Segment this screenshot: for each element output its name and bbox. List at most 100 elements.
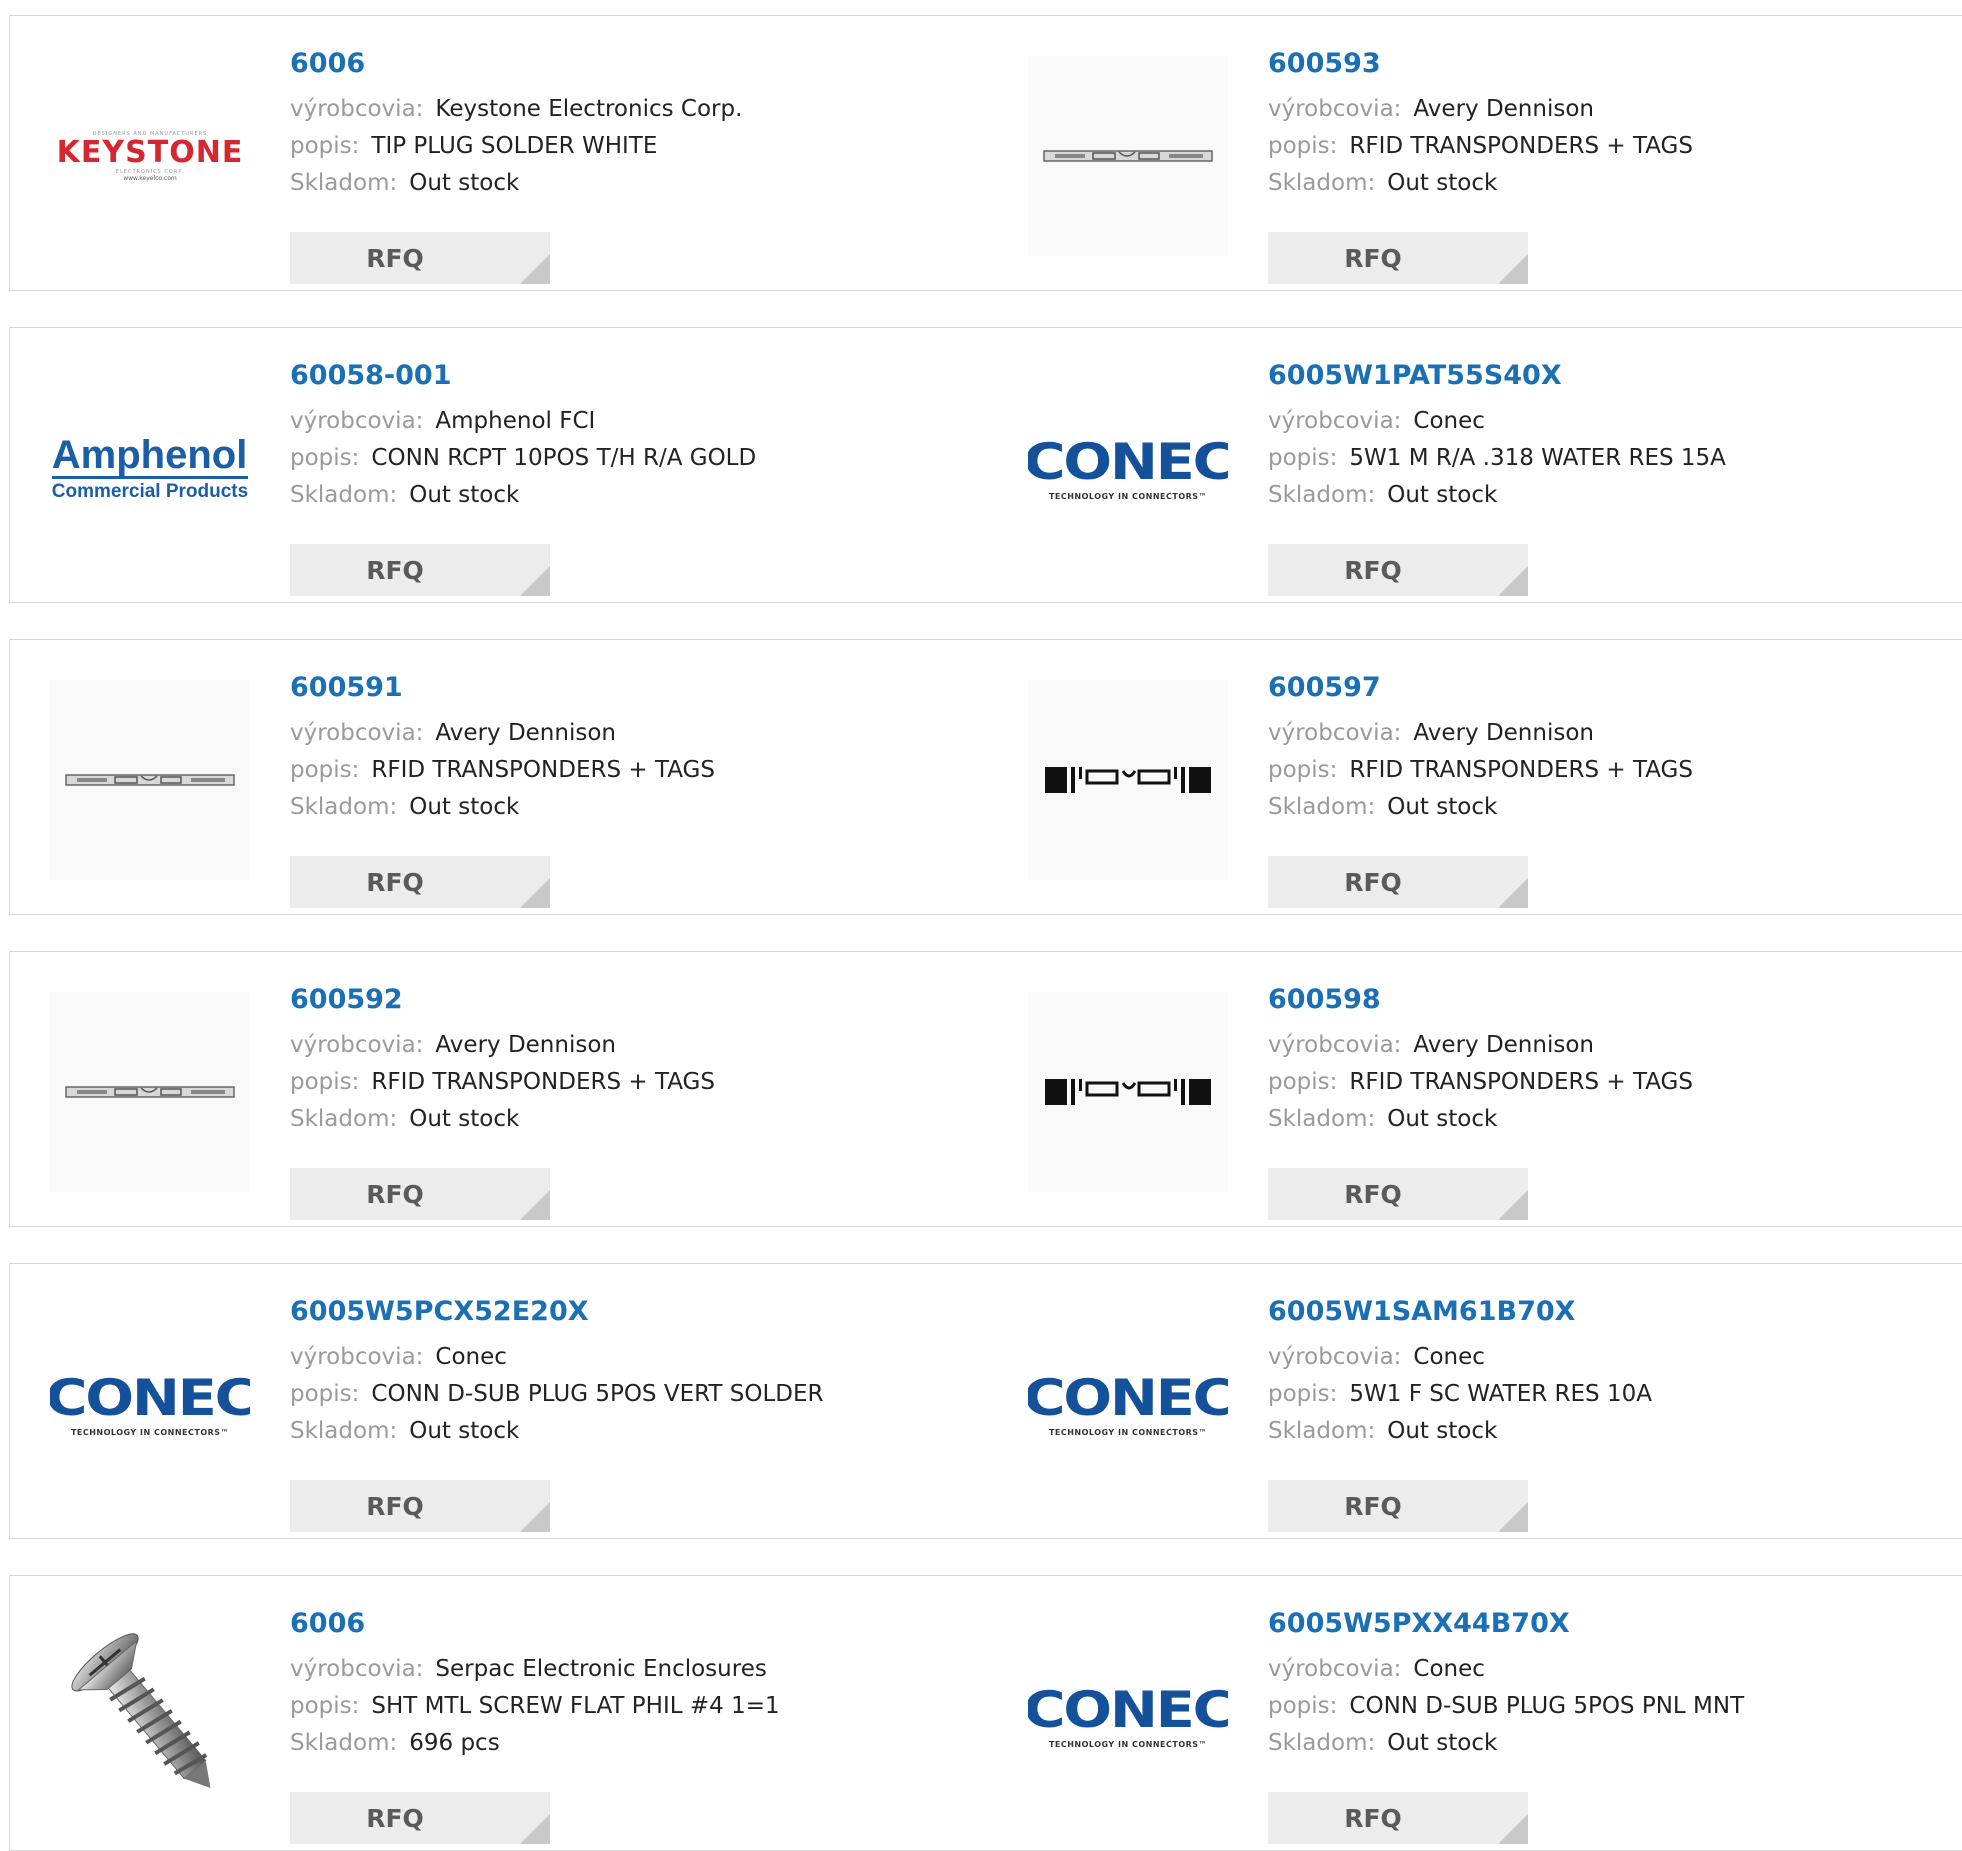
product-info: 600598 výrobcovia: Avery Dennison popis: RFI… xyxy=(1268,982,1693,1220)
rfq-button[interactable]: RFQ xyxy=(290,232,550,284)
rfq-button[interactable]: RFQ xyxy=(290,544,550,596)
rfq-button[interactable]: RFQ xyxy=(1268,1792,1528,1844)
description-row: popis: CONN D-SUB PLUG 5POS PNL MNT xyxy=(1268,1688,1744,1725)
manufacturer-value: Conec xyxy=(1413,408,1485,434)
stock-value: Out stock xyxy=(409,794,520,820)
manufacturer-row: výrobcovia: Serpac Electronic Enclosures xyxy=(290,1651,780,1688)
product-thumbnail[interactable]: CONEC TECHNOLOGY IN CONNECTORS™ xyxy=(50,1304,250,1504)
stock-value: Out stock xyxy=(1387,1730,1498,1756)
part-number-link[interactable]: 6005W1PAT55S40X xyxy=(1268,358,1726,394)
product-thumbnail[interactable]: CONEC TECHNOLOGY IN CONNECTORS™ xyxy=(1028,1304,1228,1504)
product-info: 6006 výrobcovia: Serpac Electronic Enclosu… xyxy=(290,1606,780,1844)
stock-label: Skladom: xyxy=(1268,1418,1376,1444)
part-number-link[interactable]: 6005W5PXX44B70X xyxy=(1268,1606,1744,1642)
part-number-link[interactable]: 6005W1SAM61B70X xyxy=(1268,1294,1652,1330)
stock-row: Skladom: Out stock xyxy=(1268,1101,1693,1138)
amphenol-logo: Amphenol Commercial Products xyxy=(51,432,249,503)
product-thumbnail[interactable]: CONEC TECHNOLOGY IN CONNECTORS™ xyxy=(1028,1616,1228,1816)
rfq-label: RFQ xyxy=(366,1491,424,1521)
rfq-button[interactable]: RFQ xyxy=(290,1168,550,1220)
part-number-link[interactable]: 6006 xyxy=(290,1606,780,1642)
description-value: CONN D-SUB PLUG 5POS VERT SOLDER xyxy=(371,1381,824,1407)
part-number-link[interactable]: 60058-001 xyxy=(290,358,756,394)
rfq-button[interactable]: RFQ xyxy=(1268,544,1528,596)
rfq-button[interactable]: RFQ xyxy=(290,1792,550,1844)
description-value: RFID TRANSPONDERS + TAGS xyxy=(1349,757,1693,783)
part-number-link[interactable]: 600592 xyxy=(290,982,715,1018)
corner-triangle-icon xyxy=(1498,1190,1528,1220)
stock-row: Skladom: 696 pcs xyxy=(290,1725,780,1762)
part-number-link[interactable]: 600598 xyxy=(1268,982,1693,1018)
logo-web: www.keyelco.com xyxy=(123,174,177,182)
manufacturer-label: výrobcovia: xyxy=(1268,408,1402,434)
stock-label: Skladom: xyxy=(290,482,398,508)
product-thumbnail[interactable] xyxy=(50,992,250,1192)
logo-name: Amphenol xyxy=(51,432,249,479)
product-thumbnail[interactable]: CONEC TECHNOLOGY IN CONNECTORS™ xyxy=(1028,368,1228,568)
product-info: 600591 výrobcovia: Avery Dennison popis: RFI… xyxy=(290,670,715,908)
description-label: popis: xyxy=(290,1069,360,1095)
part-number-link[interactable]: 6005W5PCX52E20X xyxy=(290,1294,824,1330)
product-card: CONEC TECHNOLOGY IN CONNECTORS™ 6005W5PCX5… xyxy=(9,1263,987,1539)
product-card: 600597 výrobcovia: Avery Dennison popis: RFI… xyxy=(986,639,1962,915)
manufacturer-value: Keystone Electronics Corp. xyxy=(435,96,743,122)
stock-row: Skladom: Out stock xyxy=(1268,477,1726,514)
rfq-button[interactable]: RFQ xyxy=(1268,1168,1528,1220)
rfq-button[interactable]: RFQ xyxy=(1268,856,1528,908)
stock-value: Out stock xyxy=(1387,1106,1498,1132)
rfq-label: RFQ xyxy=(366,555,424,585)
stock-row: Skladom: Out stock xyxy=(290,477,756,514)
product-thumbnail[interactable]: DESIGNERS AND MANUFACTURERS KEYSTONE ELECT… xyxy=(50,56,250,256)
product-card: 600598 výrobcovia: Avery Dennison popis: RFI… xyxy=(986,951,1962,1227)
manufacturer-label: výrobcovia: xyxy=(290,1032,424,1058)
product-thumbnail[interactable] xyxy=(1028,56,1228,256)
description-row: popis: CONN D-SUB PLUG 5POS VERT SOLDER xyxy=(290,1376,824,1413)
manufacturer-value: Avery Dennison xyxy=(435,720,616,746)
manufacturer-value: Conec xyxy=(435,1344,507,1370)
rfq-button[interactable]: RFQ xyxy=(1268,1480,1528,1532)
description-row: popis: RFID TRANSPONDERS + TAGS xyxy=(1268,1064,1693,1101)
product-thumbnail[interactable] xyxy=(50,1616,250,1816)
rfq-button[interactable]: RFQ xyxy=(290,1480,550,1532)
stock-row: Skladom: Out stock xyxy=(1268,165,1693,202)
description-value: SHT MTL SCREW FLAT PHIL #4 1=1 xyxy=(371,1693,780,1719)
logo-sub: TECHNOLOGY IN CONNECTORS™ xyxy=(1048,1739,1208,1749)
part-number-link[interactable]: 600597 xyxy=(1268,670,1693,706)
conec-logo: CONEC TECHNOLOGY IN CONNECTORS™ xyxy=(1028,436,1228,501)
stock-value: Out stock xyxy=(1387,482,1498,508)
corner-triangle-icon xyxy=(520,1814,550,1844)
description-row: popis: RFID TRANSPONDERS + TAGS xyxy=(290,1064,715,1101)
rfq-button[interactable]: RFQ xyxy=(1268,232,1528,284)
product-thumbnail[interactable] xyxy=(50,680,250,880)
product-thumbnail[interactable] xyxy=(1028,992,1228,1192)
part-number-link[interactable]: 6006 xyxy=(290,46,742,82)
manufacturer-label: výrobcovia: xyxy=(1268,96,1402,122)
manufacturer-value: Amphenol FCI xyxy=(435,408,596,434)
part-number-link[interactable]: 600593 xyxy=(1268,46,1693,82)
part-number-link[interactable]: 600591 xyxy=(290,670,715,706)
stock-label: Skladom: xyxy=(1268,170,1376,196)
manufacturer-value: Avery Dennison xyxy=(1413,720,1594,746)
rfq-label: RFQ xyxy=(1344,555,1402,585)
manufacturer-label: výrobcovia: xyxy=(290,96,424,122)
rfq-button[interactable]: RFQ xyxy=(290,856,550,908)
manufacturer-label: výrobcovia: xyxy=(1268,1656,1402,1682)
product-thumbnail[interactable] xyxy=(1028,680,1228,880)
logo-name: KEYSTONE xyxy=(56,134,244,170)
stock-label: Skladom: xyxy=(290,1730,398,1756)
product-thumbnail[interactable]: Amphenol Commercial Products xyxy=(50,368,250,568)
logo-name: CONEC xyxy=(50,1368,250,1427)
manufacturer-row: výrobcovia: Avery Dennison xyxy=(290,1027,715,1064)
description-value: CONN RCPT 10POS T/H R/A GOLD xyxy=(371,445,757,471)
rfq-label: RFQ xyxy=(1344,1491,1402,1521)
logo-name: CONEC xyxy=(1028,1680,1228,1739)
product-info: 6006 výrobcovia: Keystone Electronics Corp… xyxy=(290,46,743,284)
stock-label: Skladom: xyxy=(290,170,398,196)
stock-row: Skladom: Out stock xyxy=(290,1101,715,1138)
product-info: 600592 výrobcovia: Avery Dennison popis: RFI… xyxy=(290,982,715,1220)
manufacturer-value: Conec xyxy=(1413,1656,1485,1682)
description-label: popis: xyxy=(1268,1381,1338,1407)
manufacturer-row: výrobcovia: Avery Dennison xyxy=(1268,1027,1693,1064)
logo-name: CONEC xyxy=(1028,432,1228,491)
product-card: CONEC TECHNOLOGY IN CONNECTORS™ 6005W1SAM6… xyxy=(986,1263,1962,1539)
